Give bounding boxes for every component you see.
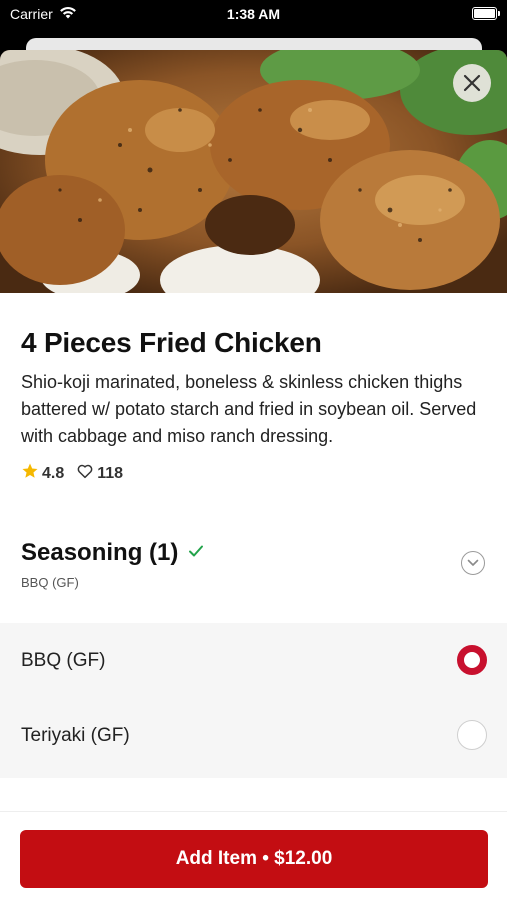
item-info: 4 Pieces Fried Chicken Shio-koji marinat… <box>0 327 507 485</box>
chevron-down-icon <box>467 554 479 572</box>
seasoning-options: BBQ (GF) Teriyaki (GF) <box>0 623 507 778</box>
status-time: 1:38 AM <box>226 6 281 22</box>
item-stats: 4.8 118 <box>21 462 486 485</box>
status-bar: Carrier 1:38 AM <box>0 0 507 30</box>
item-description: Shio-koji marinated, boneless & skinless… <box>21 372 477 446</box>
likes-count: 118 <box>97 464 124 482</box>
seasoning-title-row: Seasoning (1) <box>21 539 486 567</box>
footer-bar: Add Item • $12.00 <box>0 811 507 900</box>
item-photo <box>0 50 507 293</box>
checkmark-icon <box>188 544 204 563</box>
option-label: Teriyaki (GF) <box>21 724 130 746</box>
option-teriyaki[interactable]: Teriyaki (GF) <box>0 698 507 773</box>
seasoning-collapse-button[interactable] <box>461 551 485 575</box>
rating-value: 4.8 <box>42 464 65 482</box>
likes-stat: 118 <box>76 462 123 485</box>
radio-unselected[interactable] <box>457 720 487 750</box>
rating-stat: 4.8 <box>21 462 64 485</box>
seasoning-section-header[interactable]: Seasoning (1) BBQ (GF) <box>0 539 507 609</box>
radio-selected[interactable] <box>457 645 487 675</box>
seasoning-selected-summary: BBQ (GF) <box>21 575 79 590</box>
battery-icon <box>472 7 500 20</box>
close-icon <box>463 74 481 92</box>
add-item-button[interactable]: Add Item • $12.00 <box>20 830 488 888</box>
item-title: 4 Pieces Fried Chicken <box>21 327 322 358</box>
star-icon <box>21 462 39 485</box>
item-detail-sheet: 4 Pieces Fried Chicken Shio-koji marinat… <box>0 50 507 900</box>
close-button[interactable] <box>453 64 491 102</box>
seasoning-title: Seasoning (1) <box>21 539 179 566</box>
heart-icon <box>76 462 94 485</box>
option-bbq[interactable]: BBQ (GF) <box>0 623 507 698</box>
option-label: BBQ (GF) <box>21 649 106 671</box>
